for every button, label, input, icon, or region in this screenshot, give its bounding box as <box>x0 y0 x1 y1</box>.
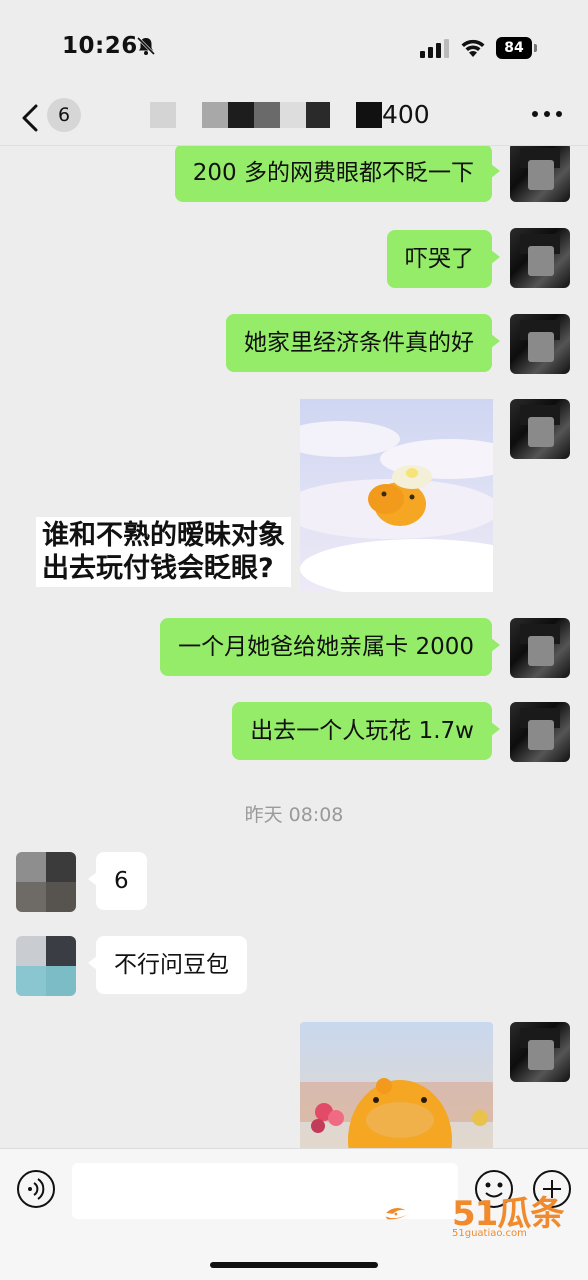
image-message-sticker[interactable] <box>300 1022 493 1148</box>
watermark-logo <box>385 1207 408 1220</box>
message-text: 200 多的网费眼都不眨一下 <box>192 160 474 186</box>
image-caption: 谁和不熟的暧昧对象 出去玩付钱会眨眼? <box>36 517 291 587</box>
my-avatar[interactable] <box>510 146 570 202</box>
my-avatar[interactable] <box>510 702 570 762</box>
message-text: 一个月她爸给她亲属卡 2000 <box>178 634 474 660</box>
chat-title-text: 400 <box>382 100 430 129</box>
timestamp-divider: 昨天 08:08 <box>244 804 344 826</box>
message-bubble-sent[interactable]: 出去一个人玩花 1.7w <box>232 702 500 760</box>
status-bar: 10:26 84 <box>0 0 588 90</box>
message-bubble-received[interactable]: 6 <box>88 852 147 910</box>
more-options-icon[interactable] <box>530 104 564 124</box>
status-time: 10:26 <box>62 33 138 59</box>
chat-header: 6 400 <box>0 90 588 146</box>
message-bubble-sent[interactable]: 一个月她爸给她亲属卡 2000 <box>160 618 500 676</box>
contact-avatar[interactable] <box>16 852 76 912</box>
chat-title: 400 <box>150 100 440 130</box>
wifi-icon <box>461 39 485 57</box>
my-avatar[interactable] <box>510 314 570 374</box>
cellular-signal-icon <box>420 39 449 58</box>
message-list[interactable]: 200 多的网费眼都不眨一下 吓哭了 她家里经济条件真的好 谁和不熟的暧昧对象 … <box>0 146 588 1148</box>
message-bubble-sent[interactable]: 200 多的网费眼都不眨一下 <box>174 146 501 202</box>
home-indicator <box>210 1262 378 1268</box>
back-chevron-icon[interactable] <box>16 98 46 138</box>
my-avatar[interactable] <box>510 399 570 459</box>
voice-input-icon[interactable] <box>16 1169 56 1209</box>
unread-count-badge[interactable]: 6 <box>47 98 81 132</box>
bell-muted-icon <box>136 36 156 56</box>
watermark-url: 51guatiao.com <box>452 1228 527 1239</box>
message-bubble-sent[interactable]: 她家里经济条件真的好 <box>226 314 500 372</box>
my-avatar[interactable] <box>510 618 570 678</box>
message-text: 不行问豆包 <box>114 952 229 978</box>
message-bubble-received[interactable]: 不行问豆包 <box>88 936 247 994</box>
message-text: 吓哭了 <box>405 246 474 272</box>
my-avatar[interactable] <box>510 1022 570 1082</box>
sticker-image <box>300 1022 493 1148</box>
contact-avatar[interactable] <box>16 936 76 996</box>
message-text: 她家里经济条件真的好 <box>244 330 474 356</box>
image-message-sticker[interactable]: 谁和不熟的暧昧对象 出去玩付钱会眨眼? <box>36 399 493 592</box>
sticker-image <box>300 399 493 592</box>
message-text: 6 <box>114 868 129 894</box>
battery-indicator: 84 <box>496 37 538 59</box>
message-text: 出去一个人玩花 1.7w <box>250 718 474 744</box>
message-bubble-sent[interactable]: 吓哭了 <box>387 230 500 288</box>
my-avatar[interactable] <box>510 228 570 288</box>
